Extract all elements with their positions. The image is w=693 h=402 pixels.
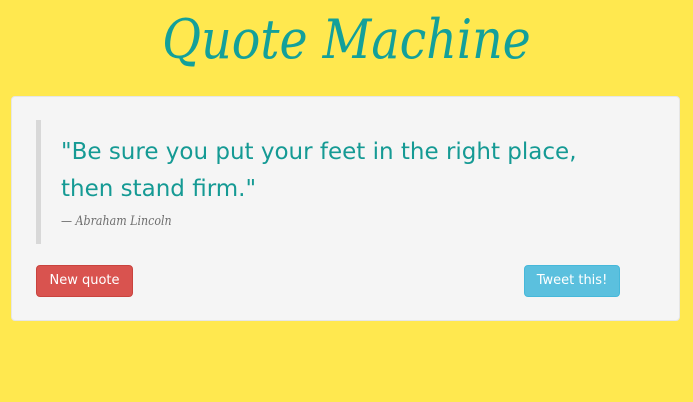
tweet-button[interactable]: Tweet this!	[524, 265, 620, 297]
quote-author: — Abraham Lincoln	[61, 214, 172, 229]
page-title: Quote Machine	[162, 8, 531, 71]
quote-card: "Be sure you put your feet in the right …	[11, 96, 680, 321]
quote-blockquote: "Be sure you put your feet in the right …	[36, 120, 636, 244]
quote-text: "Be sure you put your feet in the right …	[61, 139, 577, 202]
new-quote-button[interactable]: New quote	[36, 265, 133, 297]
